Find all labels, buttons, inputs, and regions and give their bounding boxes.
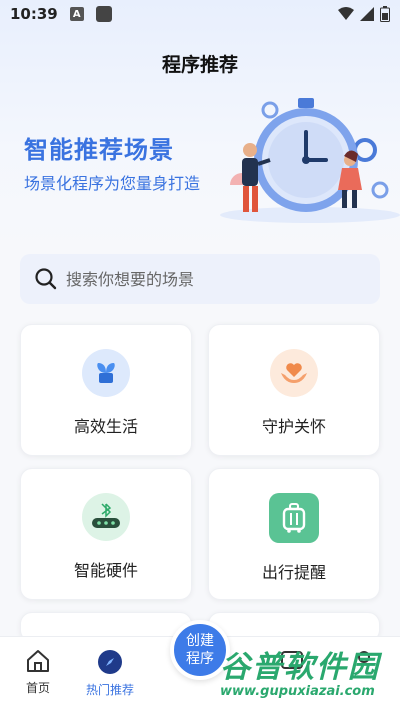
hero-title: 智能推荐场景 bbox=[24, 136, 174, 164]
status-bar: 10:39 A bbox=[0, 0, 400, 28]
battery-icon bbox=[380, 6, 390, 22]
tab-hot-recommend[interactable]: 热门推荐 bbox=[80, 649, 140, 698]
watermark: 谷普软件园 www.gupuxiazai.com bbox=[220, 652, 400, 712]
card-label: 高效生活 bbox=[73, 417, 138, 436]
tab-home[interactable]: 首页 bbox=[8, 649, 68, 696]
create-label-line1: 创建 bbox=[186, 633, 214, 649]
card-label: 守护关怀 bbox=[261, 417, 326, 436]
watermark-url: www.gupuxiazai.com bbox=[220, 684, 375, 699]
home-icon bbox=[27, 650, 49, 672]
create-label-line2: 程序 bbox=[186, 651, 214, 667]
watermark-title: 谷普软件园 bbox=[220, 650, 380, 685]
search-box[interactable] bbox=[20, 254, 380, 304]
compass-icon bbox=[98, 650, 122, 674]
card-care-guard[interactable]: 守护关怀 bbox=[208, 324, 380, 456]
card-efficient-life[interactable]: 高效生活 bbox=[20, 324, 192, 456]
card-label: 出行提醒 bbox=[261, 563, 326, 582]
clock-people-illustration bbox=[220, 98, 400, 223]
tab-label: 首页 bbox=[25, 681, 50, 695]
bluetooth-device-icon bbox=[82, 493, 130, 541]
status-time: 10:39 bbox=[10, 5, 58, 23]
wifi-icon bbox=[338, 7, 354, 20]
hero-subtitle: 场景化程序为您量身打造 bbox=[24, 174, 201, 193]
card-travel-reminder[interactable]: 出行提醒 bbox=[208, 468, 380, 600]
tab-label: 热门推荐 bbox=[85, 683, 134, 697]
signal-icon bbox=[360, 7, 374, 21]
card-label: 智能硬件 bbox=[73, 561, 138, 580]
heart-hands-icon bbox=[270, 349, 318, 397]
page-title: 程序推荐 bbox=[161, 54, 238, 76]
app-notification-icon: A bbox=[69, 7, 84, 21]
app-square-icon bbox=[95, 6, 112, 22]
card-smart-hardware[interactable]: 智能硬件 bbox=[20, 468, 192, 600]
search-icon bbox=[35, 268, 57, 290]
plant-icon bbox=[82, 349, 130, 397]
search-input[interactable] bbox=[66, 269, 356, 289]
luggage-icon bbox=[269, 493, 319, 543]
